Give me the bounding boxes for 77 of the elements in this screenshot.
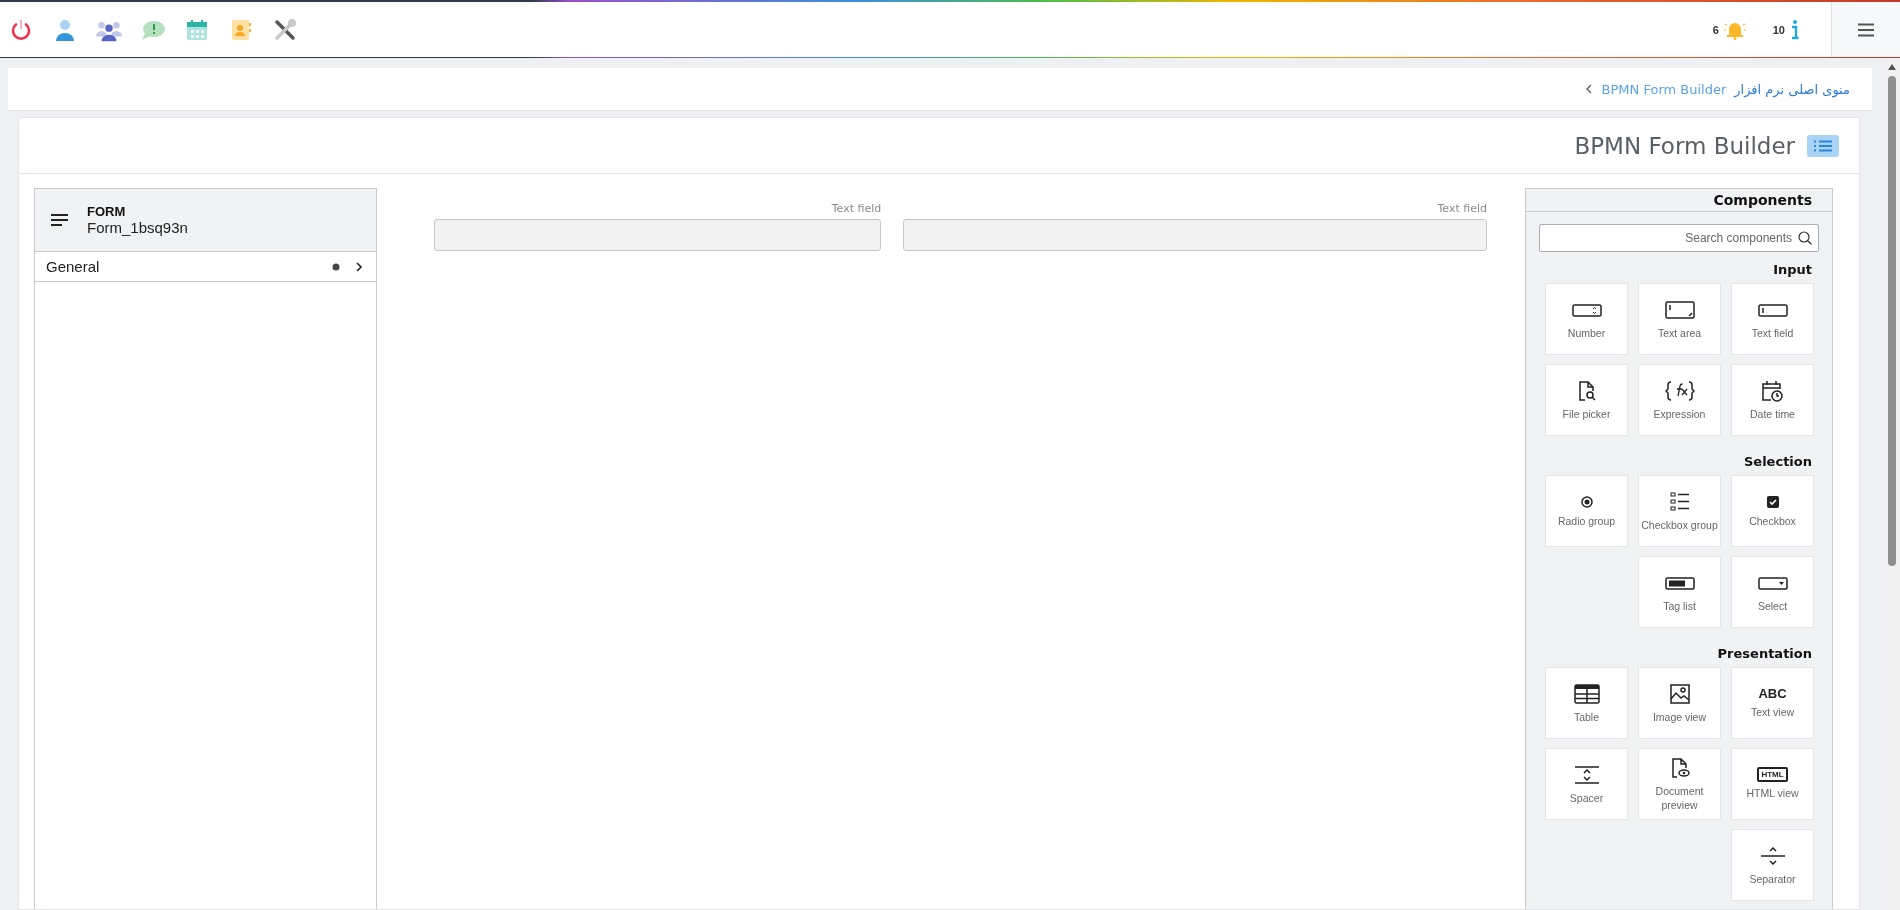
image-icon bbox=[1667, 681, 1692, 706]
component-tile[interactable]: Image view bbox=[1638, 667, 1721, 739]
component-tile[interactable]: File picker bbox=[1545, 364, 1628, 436]
component-label: Tag list bbox=[1663, 599, 1696, 614]
scroll-thumb[interactable] bbox=[1888, 76, 1896, 566]
component-label: Image view bbox=[1652, 710, 1707, 725]
component-tile[interactable]: Checkbox bbox=[1731, 475, 1814, 547]
app-button[interactable] bbox=[272, 16, 298, 43]
component-label: Number bbox=[1567, 326, 1606, 341]
component-tile[interactable]: HTML HTML view bbox=[1731, 748, 1814, 820]
search-icon bbox=[1797, 230, 1813, 246]
list-icon bbox=[1807, 134, 1839, 157]
search-field[interactable]: Search components bbox=[1539, 224, 1819, 252]
component-label: Radio group bbox=[1557, 514, 1616, 529]
chevron-icon bbox=[354, 260, 364, 273]
html-icon: HTML bbox=[1757, 767, 1788, 783]
notification-count: 6 bbox=[1712, 23, 1719, 36]
component-label: Separator bbox=[1749, 872, 1796, 887]
component-label: Select bbox=[1757, 599, 1788, 614]
lines-icon bbox=[51, 213, 69, 227]
radio-button-icon bbox=[1578, 493, 1595, 510]
scroll-up-icon[interactable] bbox=[1888, 64, 1896, 70]
component-tile[interactable]: ABC Text view bbox=[1731, 667, 1814, 739]
component-tile[interactable]: Text field bbox=[1731, 283, 1814, 355]
component-tile[interactable]: Spacer bbox=[1545, 748, 1628, 820]
calendar-icon bbox=[185, 17, 209, 42]
panel-title: Components bbox=[1713, 192, 1812, 208]
info-icon bbox=[1789, 17, 1801, 42]
table-icon bbox=[1572, 681, 1601, 706]
component-tile[interactable]: Select bbox=[1731, 556, 1814, 628]
notification-button[interactable]: 10 bbox=[1772, 17, 1801, 42]
checklist-icon bbox=[1667, 489, 1692, 514]
component-tile[interactable]: Separator bbox=[1731, 829, 1814, 901]
text-field[interactable] bbox=[903, 219, 1487, 251]
component-tile[interactable]: Tag list bbox=[1638, 556, 1721, 628]
component-label: Text area bbox=[1657, 326, 1702, 341]
element-name: Form_1bsq93n bbox=[87, 219, 188, 236]
text-field[interactable] bbox=[434, 219, 882, 251]
component-label: Expression bbox=[1653, 407, 1706, 422]
element-type: FORM bbox=[87, 204, 127, 219]
dot-icon bbox=[332, 262, 340, 271]
contact-book-icon bbox=[229, 17, 253, 42]
field-label: Text field bbox=[830, 202, 882, 215]
component-label: Text view bbox=[1750, 706, 1795, 720]
component-label: Date time bbox=[1750, 407, 1795, 422]
component-label: Table bbox=[1573, 710, 1600, 725]
checkbox-icon bbox=[1764, 493, 1781, 510]
component-label: Spacer bbox=[1569, 791, 1604, 806]
component-tile[interactable]: Checkbox group bbox=[1638, 475, 1721, 547]
component-label: Checkbox bbox=[1749, 514, 1796, 529]
component-tile[interactable]: Text area bbox=[1638, 283, 1721, 355]
component-tile[interactable]: Table bbox=[1545, 667, 1628, 739]
component-label: File picker bbox=[1562, 407, 1611, 422]
component-tile[interactable]: Date time bbox=[1731, 364, 1814, 436]
power-icon bbox=[9, 17, 33, 42]
breadcrumb-link[interactable]: منوی اصلی نرم افزار bbox=[1734, 81, 1850, 97]
section-title: Input bbox=[1772, 261, 1813, 279]
page-title: BPMN Form Builder bbox=[1574, 132, 1795, 159]
tools-icon bbox=[273, 17, 297, 42]
function-braces-icon bbox=[1664, 378, 1695, 403]
text-view-icon: ABC bbox=[1758, 686, 1787, 702]
component-tile[interactable]: Document preview bbox=[1638, 748, 1721, 820]
component-tile[interactable]: Number bbox=[1545, 283, 1628, 355]
component-tile[interactable]: Radio group bbox=[1545, 475, 1628, 547]
field-label: Text field bbox=[1436, 202, 1487, 215]
user-icon bbox=[53, 17, 77, 42]
component-tile[interactable]: Expression bbox=[1638, 364, 1721, 436]
section-title: Selection bbox=[1743, 453, 1813, 471]
component-label: Text field bbox=[1751, 326, 1794, 341]
notification-count: 10 bbox=[1772, 23, 1785, 36]
calendar-clock-icon bbox=[1759, 378, 1786, 403]
component-label: Document preview bbox=[1654, 784, 1705, 813]
notification-button[interactable]: 6 bbox=[1712, 17, 1747, 42]
section-title: Presentation bbox=[1716, 645, 1813, 663]
component-label: Checkbox group bbox=[1641, 518, 1718, 533]
menu-icon bbox=[1857, 22, 1875, 37]
component-label: HTML view bbox=[1746, 787, 1799, 801]
